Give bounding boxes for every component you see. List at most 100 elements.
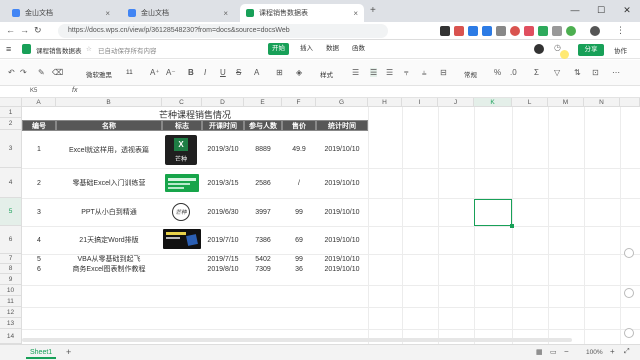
sheet-title[interactable]: 芒种课程销售情况 [22, 108, 368, 120]
browser-tab-1[interactable]: 金山文档 × [6, 4, 116, 22]
font-name-select[interactable]: 微软雅黑 [86, 69, 112, 79]
row-header[interactable]: 3 [0, 130, 22, 168]
format-painter-icon[interactable]: ✎ [38, 68, 45, 77]
table-cell[interactable]: 49.9 [282, 131, 316, 168]
selected-cell[interactable] [474, 199, 514, 228]
table-cell[interactable]: 36 [282, 264, 316, 274]
number-format-select[interactable]: 常规 [464, 69, 477, 79]
hamburger-menu-icon[interactable]: ≡ [6, 44, 11, 54]
column-header[interactable]: N [584, 98, 620, 107]
column-header[interactable]: B [56, 98, 162, 107]
select-all-corner[interactable] [0, 98, 22, 107]
column-header[interactable]: D [202, 98, 244, 107]
table-cell[interactable]: 2019/10/10 [316, 131, 368, 168]
table-cell[interactable]: 5402 [244, 254, 282, 264]
row-header[interactable]: 6 [0, 226, 22, 254]
zoom-out-icon[interactable]: − [564, 347, 569, 356]
style-button[interactable]: 样式 [320, 69, 333, 79]
more-tools-icon[interactable]: ⋯ [612, 68, 620, 77]
table-cell[interactable]: / [282, 168, 316, 198]
table-cell[interactable]: 7386 [244, 226, 282, 254]
header-cell[interactable]: 参与人数 [244, 120, 282, 131]
menu-insert[interactable]: 插入 [296, 43, 317, 55]
clear-format-icon[interactable]: ⌫ [52, 68, 63, 77]
fullscreen-icon[interactable]: ⤢ [624, 348, 630, 356]
menu-function[interactable]: 函数 [348, 43, 369, 55]
align-bottom-icon[interactable]: ⫨ [422, 68, 427, 78]
table-cell[interactable]: 5 [22, 254, 56, 264]
history-icon[interactable]: ◷ [554, 43, 561, 52]
table-cell[interactable]: 2019/10/10 [316, 198, 368, 226]
star-icon[interactable]: ☆ [86, 45, 92, 53]
shrink-font-icon[interactable]: A⁻ [166, 68, 176, 77]
table-cell[interactable]: Excel就这样用，透视表篇 [56, 131, 162, 168]
table-cell[interactable]: 2019/10/10 [316, 226, 368, 254]
sort-icon[interactable]: ⇅ [574, 68, 581, 77]
table-cell[interactable]: 2019/7/15 [202, 254, 244, 264]
close-icon[interactable]: × [223, 9, 228, 18]
table-cell[interactable]: 8889 [244, 131, 282, 168]
horizontal-scrollbar[interactable] [22, 338, 572, 342]
table-cell[interactable]: 99 [282, 254, 316, 264]
brand-seal-image[interactable]: 芒种 [172, 203, 190, 221]
extension-icon[interactable] [482, 26, 492, 36]
row-header[interactable]: 12 [0, 307, 22, 318]
column-header[interactable]: M [548, 98, 584, 107]
align-top-icon[interactable]: ⫧ [404, 68, 409, 78]
header-cell[interactable]: 开课时间 [202, 120, 244, 131]
row-header[interactable]: 8 [0, 264, 22, 274]
side-panel-icon[interactable] [624, 248, 634, 258]
minimize-icon[interactable]: — [562, 0, 588, 22]
table-cell[interactable]: 7309 [244, 264, 282, 274]
bold-icon[interactable]: B [188, 68, 194, 77]
formula-input[interactable] [90, 86, 630, 97]
font-size-select[interactable]: 11 [126, 69, 133, 76]
view-page-icon[interactable]: ▭ [550, 348, 557, 356]
row-header[interactable]: 10 [0, 285, 22, 296]
extension-icon[interactable] [510, 26, 520, 36]
table-cell[interactable]: 商务Excel图表制作教程 [56, 264, 162, 274]
table-cell[interactable]: 2019/10/10 [316, 264, 368, 274]
close-icon[interactable]: × [353, 9, 358, 18]
align-center-icon[interactable]: ☰ [370, 68, 378, 77]
table-cell[interactable]: 2019/3/10 [202, 131, 244, 168]
row-header[interactable]: 11 [0, 296, 22, 307]
header-cell[interactable]: 标志 [162, 120, 202, 131]
table-cell[interactable]: 3 [22, 198, 56, 226]
course-banner-image[interactable] [165, 174, 199, 192]
sum-icon[interactable]: Σ [534, 68, 539, 77]
header-cell[interactable]: 售价 [282, 120, 316, 131]
borders-icon[interactable]: ⊞ [276, 68, 283, 77]
column-header[interactable]: H [368, 98, 402, 107]
undo-icon[interactable]: ↶ [8, 68, 15, 77]
row-header[interactable]: 2 [0, 118, 22, 130]
window-close-icon[interactable]: ✕ [614, 0, 640, 22]
row-header[interactable]: 13 [0, 318, 22, 329]
font-color-icon[interactable]: A [254, 68, 259, 77]
table-cell[interactable]: 3997 [244, 198, 282, 226]
close-icon[interactable]: × [105, 9, 110, 18]
redo-icon[interactable]: ↷ [20, 68, 27, 77]
row-header[interactable]: 5 [0, 198, 22, 226]
word-course-image[interactable] [163, 229, 201, 249]
table-cell[interactable]: 零基础Excel入门训练营 [56, 168, 162, 198]
table-cell[interactable]: 6 [22, 264, 56, 274]
percent-icon[interactable]: % [494, 68, 501, 77]
align-left-icon[interactable]: ☰ [352, 68, 359, 77]
column-header[interactable] [620, 98, 640, 107]
column-header[interactable]: L [512, 98, 548, 107]
side-panel-icon[interactable] [624, 288, 634, 298]
browser-tab-2[interactable]: 金山文档 × [122, 4, 234, 22]
table-cell[interactable]: 69 [282, 226, 316, 254]
column-header[interactable]: K [474, 98, 512, 107]
strikethrough-icon[interactable]: S [236, 68, 241, 77]
column-header[interactable]: C [162, 98, 202, 107]
header-cell[interactable]: 统计时间 [316, 120, 368, 131]
fx-icon[interactable]: fx [72, 87, 77, 94]
extension-icon[interactable] [496, 26, 506, 36]
excel-logo-image[interactable]: X 芒种 [165, 135, 197, 165]
url-field[interactable]: https://docs.wps.cn/view/p/36128548230?f… [58, 24, 388, 38]
header-cell[interactable]: 名称 [56, 120, 162, 131]
column-header[interactable]: F [282, 98, 316, 107]
zoom-level[interactable]: 100% [586, 349, 603, 356]
